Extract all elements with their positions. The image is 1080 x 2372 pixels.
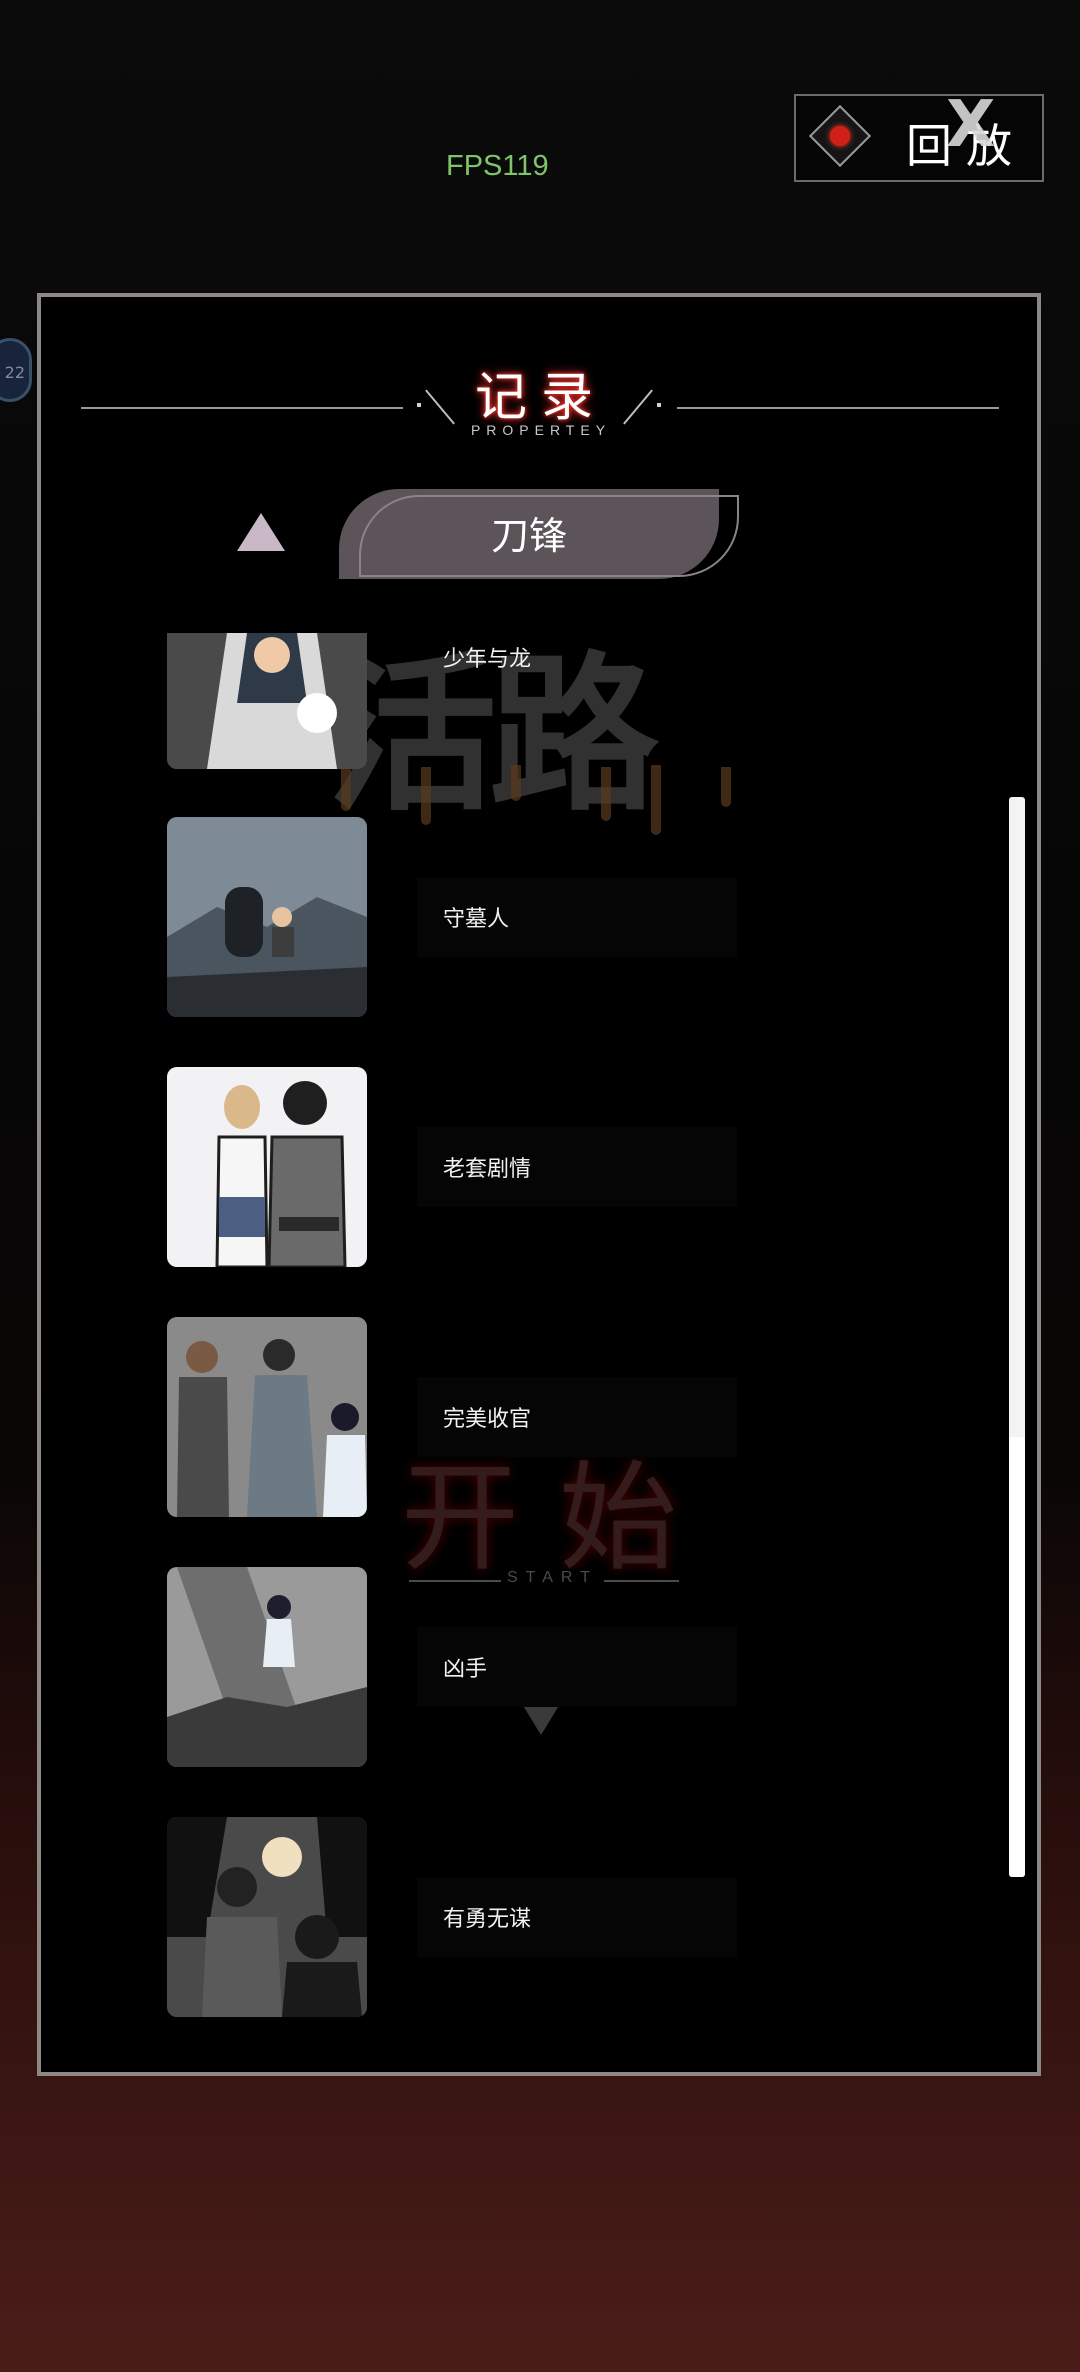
header-dot xyxy=(657,403,661,407)
graveyard-rain-icon xyxy=(167,817,367,1017)
list-item[interactable]: 守墓人 xyxy=(167,817,737,1017)
paint-drip xyxy=(721,767,731,807)
record-title: 完美收官 xyxy=(443,1407,532,1432)
group-walking-icon xyxy=(167,1317,367,1517)
record-title: 老套剧情 xyxy=(443,1157,532,1182)
replay-button[interactable]: 回放 X xyxy=(794,88,1044,182)
records-panel: 活路 开始 START 记录 PROPERTEY 刀锋 少年与龙 守墓人 老套剧… xyxy=(37,293,1041,2076)
list-item[interactable]: 凶手 xyxy=(167,1567,737,1767)
page-subtitle: PROPERTEY xyxy=(470,422,612,438)
girl-on-rubble-icon xyxy=(167,1567,367,1767)
couple-back-view-icon xyxy=(167,1067,367,1267)
record-title: 少年与龙 xyxy=(443,647,532,672)
record-title: 有勇无谋 xyxy=(443,1907,532,1932)
record-title: 守墓人 xyxy=(443,907,510,932)
list-item[interactable]: 老套剧情 xyxy=(167,1067,737,1267)
paint-drip xyxy=(601,767,611,821)
paint-drip xyxy=(511,765,521,801)
tab-label[interactable]: 刀锋 xyxy=(339,505,719,560)
list-item[interactable]: 有勇无谋 xyxy=(167,1817,737,2017)
list-item[interactable]: 完美收官 xyxy=(167,1317,737,1517)
tab-prev-arrow-icon[interactable] xyxy=(237,513,285,551)
list-item[interactable]: 少年与龙 xyxy=(167,633,727,769)
surrounded-by-hoods-icon xyxy=(167,1817,367,2017)
scrollbar-thumb[interactable] xyxy=(1009,1437,1025,1877)
record-diamond-icon xyxy=(808,104,872,168)
side-badge[interactable]: 22 xyxy=(0,338,32,402)
red-dot-icon xyxy=(825,121,855,151)
header-dot xyxy=(417,403,421,407)
hooded-figure-dragon-icon xyxy=(167,633,367,769)
close-icon[interactable]: X xyxy=(946,88,995,162)
header-line-right xyxy=(677,407,999,409)
page-title: 记录 xyxy=(474,368,607,428)
fps-counter: FPS119 xyxy=(446,150,549,182)
header-line-left xyxy=(81,407,403,409)
record-title: 凶手 xyxy=(443,1657,488,1682)
paint-drip xyxy=(341,765,351,811)
